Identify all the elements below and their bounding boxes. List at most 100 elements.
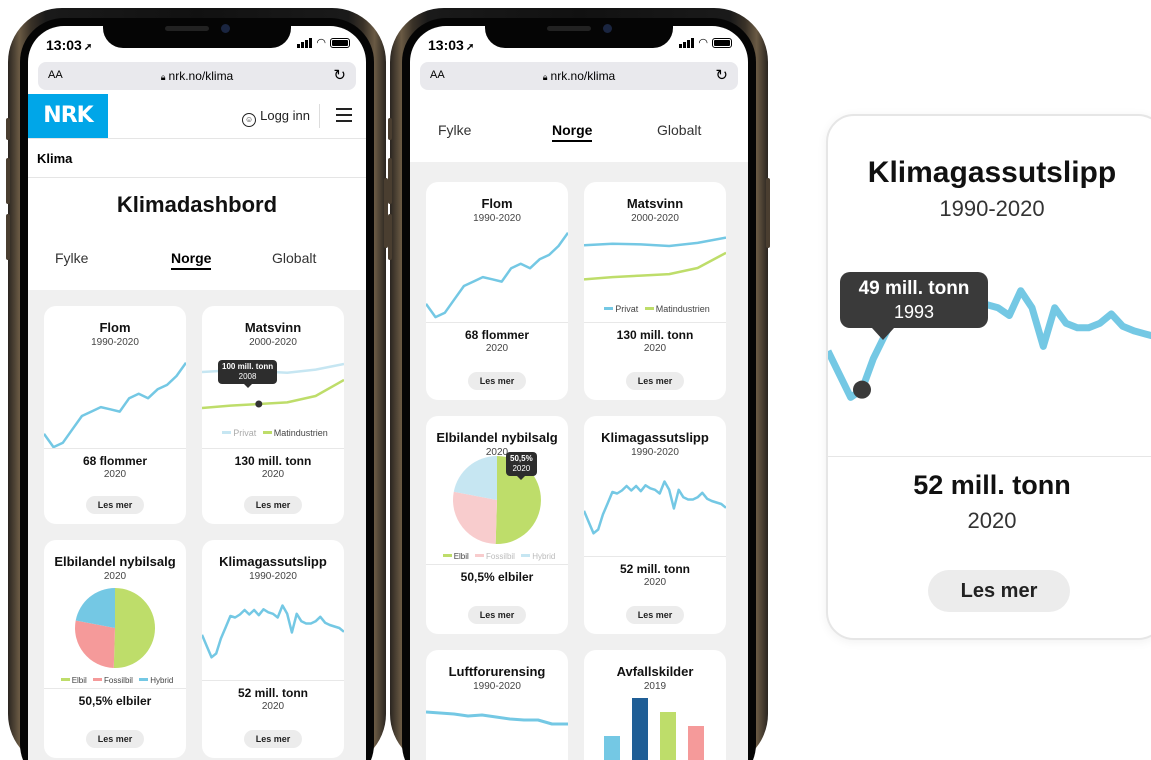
divider: [319, 104, 320, 128]
card-title: Avfallskilder: [616, 664, 694, 679]
card-year: 2020: [485, 343, 509, 354]
card-period: 2019: [643, 681, 667, 692]
card-period: 2020: [103, 571, 127, 582]
wifi-icon: ◠: [316, 37, 326, 49]
card-period: 1990-2020: [473, 681, 521, 692]
notch: [485, 18, 673, 48]
card-year: 2020: [261, 701, 285, 712]
legend-swatch: [644, 307, 654, 310]
chart-legend: Privat Matindustrien: [584, 304, 726, 314]
divider: [828, 456, 1151, 457]
chart-point-marker: [853, 380, 871, 399]
region-tabs: Fylke Norge Globalt: [410, 122, 748, 146]
side-button: [6, 118, 10, 140]
wifi-icon: ◠: [698, 37, 708, 49]
phone-screen: 13:03 ➚ ◠ AA 🔒︎ nrk.no/klima ↻ Fylke Norge…: [410, 26, 748, 760]
les-mer-button[interactable]: Les mer: [86, 496, 144, 514]
tab-globalt[interactable]: Globalt: [657, 122, 701, 138]
lock-icon: 🔒︎: [542, 72, 548, 82]
chart-legend: Elbil Fossilbil Hybrid: [426, 552, 568, 561]
chart-line: [426, 710, 568, 726]
user-face-icon: ☺: [242, 113, 257, 127]
card-title: Klimagassutslipp: [867, 156, 1117, 189]
card-title: Luftforurensing: [448, 664, 546, 679]
phone-screen: 13:03 ➚ ◠ AA 🔒︎ nrk.no/klima ↻ NRK ☺ Logg i…: [28, 26, 366, 760]
card-avfallskilder[interactable]: Avfallskilder 2019: [584, 650, 726, 760]
tab-globalt[interactable]: Globalt: [272, 250, 316, 266]
card-period: 2000-2020: [631, 213, 679, 224]
card-period: 1990-2020: [473, 213, 521, 224]
card-period: 1990-2020: [249, 571, 297, 582]
card-title: Klimagassutslipp: [601, 430, 709, 445]
chart-line-matindustrien: [584, 251, 726, 281]
url-text: nrk.no/klima: [168, 69, 234, 83]
tab-fylke[interactable]: Fylke: [55, 250, 88, 266]
signal-icon: [679, 38, 695, 48]
pie-slice-fossilbil: [75, 620, 115, 668]
chart-tooltip: 49 mill. tonn 1993: [840, 272, 988, 340]
les-mer-button[interactable]: Les mer: [244, 730, 302, 748]
card-value: 130 mill. tonn: [234, 454, 312, 468]
region-tabs: Fylke Norge Globalt: [28, 250, 366, 274]
card-title: Elbilandel nybilsalg: [436, 430, 558, 445]
les-mer-button[interactable]: Les mer: [468, 372, 526, 390]
lock-icon: 🔒︎: [160, 72, 166, 82]
chart-bar: [688, 726, 704, 760]
card-value: 68 flommer: [464, 328, 530, 342]
les-mer-button[interactable]: Les mer: [244, 496, 302, 514]
volume-button: [6, 214, 10, 260]
address-bar[interactable]: AA 🔒︎ nrk.no/klima ↻: [420, 62, 738, 90]
les-mer-button[interactable]: Les mer: [928, 570, 1070, 612]
les-mer-button[interactable]: Les mer: [86, 730, 144, 748]
avfallskilder-bar-chart: [604, 698, 704, 760]
section-breadcrumb[interactable]: Klima: [28, 138, 366, 178]
pie-slice-elbil: [113, 588, 156, 668]
card-value: 50,5% elbiler: [460, 570, 534, 584]
card-title: Klimagassutslipp: [219, 554, 327, 569]
legend-swatch: [60, 678, 70, 681]
card-year: 2020: [261, 469, 285, 480]
tab-norge[interactable]: Norge: [552, 122, 593, 142]
card-matsvinn[interactable]: Matsvinn 2000-2020 Privat Matindustrien …: [584, 182, 726, 400]
nrk-logo[interactable]: NRK: [28, 94, 108, 138]
flom-line-chart: [44, 361, 186, 449]
site-header: NRK ☺ Logg inn: [28, 94, 366, 138]
card-year: 2020: [643, 577, 667, 588]
power-button: [766, 178, 770, 248]
tab-fylke[interactable]: Fylke: [438, 122, 471, 138]
card-period: 2000-2020: [249, 337, 297, 348]
volume-button: [388, 158, 392, 204]
card-klimagass[interactable]: Klimagassutslipp 1990-2020 52 mill. tonn…: [584, 416, 726, 634]
card-title: Elbilandel nybilsalg: [54, 554, 176, 569]
les-mer-button[interactable]: Les mer: [626, 606, 684, 624]
card-klimagass[interactable]: Klimagassutslipp 1990-2020 52 mill. tonn…: [202, 540, 344, 758]
reload-icon[interactable]: ↻: [333, 66, 346, 84]
chart-bar: [660, 712, 676, 760]
hamburger-menu-icon[interactable]: [336, 108, 352, 122]
dashboard-grid: Flom 1990-2020 68 flommer 2020 Les mer M…: [28, 290, 366, 760]
reload-icon[interactable]: ↻: [715, 66, 728, 84]
notch: [103, 18, 291, 48]
tab-norge[interactable]: Norge: [171, 250, 212, 270]
screenshot-composite: 13:03 ➚ ◠ AA 🔒︎ nrk.no/klima ↻ NRK ☺ Logg i…: [0, 0, 1151, 760]
card-flom[interactable]: Flom 1990-2020 68 flommer 2020 Les mer: [426, 182, 568, 400]
card-luftforurensing[interactable]: Luftforurensing 1990-2020: [426, 650, 568, 760]
card-matsvinn[interactable]: Matsvinn 2000-2020 100 mill. tonn 2008 Pr…: [202, 306, 344, 524]
phone-right: 13:03 ➚ ◠ AA 🔒︎ nrk.no/klima ↻ Fylke Norge…: [388, 8, 770, 760]
legend-swatch: [262, 431, 272, 434]
card-elbil[interactable]: Elbilandel nybilsalg 2020 50,5% 2020 Elbi…: [426, 416, 568, 634]
card-title: Flom: [481, 196, 513, 211]
chart-tooltip: 50,5% 2020: [506, 452, 537, 480]
card-value: 52 mill. tonn: [237, 686, 308, 700]
card-value: 130 mill. tonn: [616, 328, 694, 342]
card-flom[interactable]: Flom 1990-2020 68 flommer 2020 Les mer: [44, 306, 186, 524]
les-mer-button[interactable]: Les mer: [468, 606, 526, 624]
side-button: [388, 118, 392, 140]
card-elbil[interactable]: Elbilandel nybilsalg 2020 Elbil Fossilbi…: [44, 540, 186, 758]
signal-icon: [297, 38, 313, 48]
dashboard-grid: Flom 1990-2020 68 flommer 2020 Les mer M…: [410, 162, 748, 760]
les-mer-button[interactable]: Les mer: [626, 372, 684, 390]
zoomed-card-klimagass[interactable]: Klimagassutslipp 1990-2020 49 mill. tonn…: [826, 114, 1151, 640]
login-button[interactable]: ☺ Logg inn: [242, 108, 310, 127]
address-bar[interactable]: AA 🔒︎ nrk.no/klima ↻: [38, 62, 356, 90]
